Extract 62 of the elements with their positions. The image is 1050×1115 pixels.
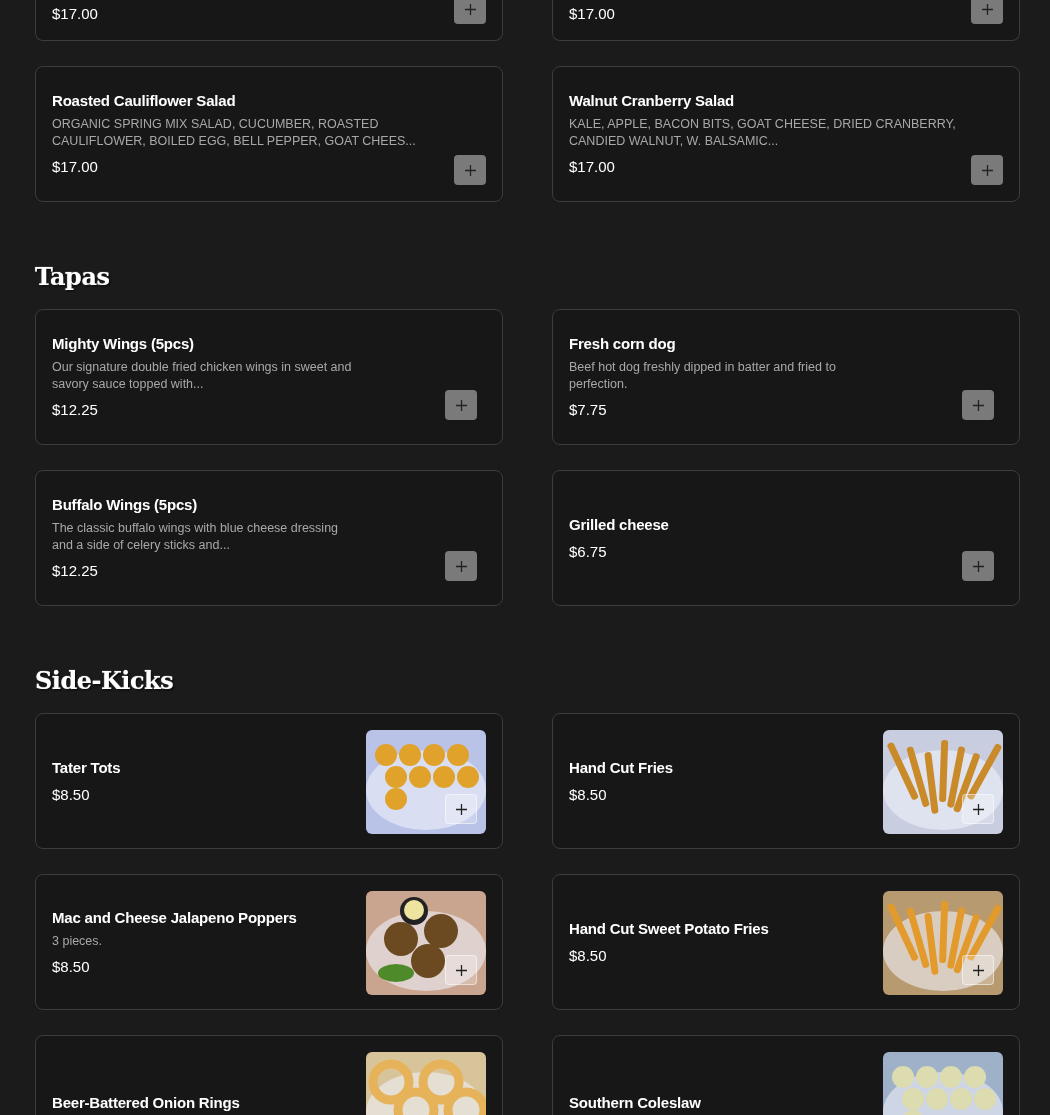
plus-icon [455,964,467,976]
item-name: Fresh corn dog [569,334,677,354]
item-price: $8.50 [569,784,608,805]
menu-item-card[interactable]: Hand Cut Fries $8.50 [552,713,1020,849]
plus-icon [464,164,476,176]
item-price: $6.75 [569,541,608,562]
item-price: $12.25 [52,400,99,420]
item-name: Mighty Wings (5pcs) [52,334,195,354]
item-price: $17.00 [569,4,616,24]
item-name: Southern Coleslaw [569,1093,702,1113]
plus-icon [972,803,984,815]
item-name: Beer-Battered Onion Rings [52,1093,241,1113]
item-description: ORGANIC SPRING MIX SALAD, CUCUMBER, ROASTED CAULIFLOWER, BOILED EGG, BELL PEPPER, GOAT CHEES... [52,116,417,150]
menu-item-card[interactable]: Roasted Cauliflower Salad ORGANIC SPRING MIX SALAD, CUCUMBER, ROASTED CAULIFLOWER, BOILED EGG, BELL PEPPER, GOAT CHEES... $17.00 [35,66,503,202]
menu-item-card[interactable]: $17.00 [35,0,503,41]
item-name: Tater Tots [52,757,122,778]
section-heading: Tapas [35,262,110,291]
item-price: $8.50 [569,945,608,966]
item-name: Grilled cheese [569,514,670,535]
item-price: $7.75 [569,400,608,420]
menu-item-card[interactable]: Tater Tots $8.50 [35,713,503,849]
plus-icon [981,3,993,15]
plus-icon [455,399,467,411]
plus-icon [981,164,993,176]
item-description: The classic buffalo wings with blue cheese dressing and a side of celery sticks and... [52,520,340,554]
menu-item-card[interactable]: Walnut Cranberry Salad KALE, APPLE, BACON BITS, GOAT CHEESE, DRIED CRANBERRY, CANDIED WALNUT, W. BALSAMIC... $17.00 [552,66,1020,202]
menu-item-card[interactable]: Buffalo Wings (5pcs) The classic buffalo wings with blue cheese dressing and a side of celery sticks and... $12.25 [35,470,503,606]
item-price: $8.50 [52,784,91,805]
add-button[interactable] [962,794,994,824]
item-name: Hand Cut Sweet Potato Fries [569,918,770,939]
add-button[interactable] [962,955,994,985]
menu-item-card[interactable]: Hand Cut Sweet Potato Fries $8.50 [552,874,1020,1010]
item-price: $8.50 [52,956,91,977]
menu-item-card[interactable]: Grilled cheese $6.75 [552,470,1020,606]
item-price: $17.00 [52,157,99,177]
plus-icon [972,560,984,572]
item-name: Hand Cut Fries [569,757,674,778]
menu-item-card[interactable]: Beer-Battered Onion Rings [35,1035,503,1115]
menu-item-card[interactable]: Southern Coleslaw [552,1035,1020,1115]
plus-icon [455,803,467,815]
menu-item-card[interactable]: Mighty Wings (5pcs) Our signature double fried chicken wings in sweet and savory sauce topped with... $12.25 [35,309,503,445]
menu-item-card[interactable]: $17.00 [552,0,1020,41]
plus-icon [464,3,476,15]
add-button[interactable] [445,794,477,824]
plus-icon [972,964,984,976]
item-name: Buffalo Wings (5pcs) [52,495,199,515]
plus-icon [455,560,467,572]
section-heading: Side-Kicks [35,666,174,695]
item-name: Mac and Cheese Jalapeno Poppers [52,907,298,928]
add-button[interactable] [445,955,477,985]
menu-item-card[interactable]: Fresh corn dog Beef hot dog freshly dipped in batter and fried to perfection. $7.75 [552,309,1020,445]
item-description: Our signature double fried chicken wings in sweet and savory sauce topped with... [52,359,352,393]
item-price: $17.00 [52,4,99,24]
item-price: $17.00 [569,157,616,177]
plus-icon [972,399,984,411]
menu-item-card[interactable]: Mac and Cheese Jalapeno Poppers 3 pieces. $8.50 [35,874,503,1010]
item-name: Roasted Cauliflower Salad [52,91,237,111]
item-name: Walnut Cranberry Salad [569,91,736,111]
item-description: 3 pieces. [52,932,104,950]
item-description: Beef hot dog freshly dipped in batter and fried to perfection. [569,359,837,393]
item-description: KALE, APPLE, BACON BITS, GOAT CHEESE, DRIED CRANBERRY, CANDIED WALNUT, W. BALSAMIC... [569,116,957,150]
item-price: $12.25 [52,561,99,581]
